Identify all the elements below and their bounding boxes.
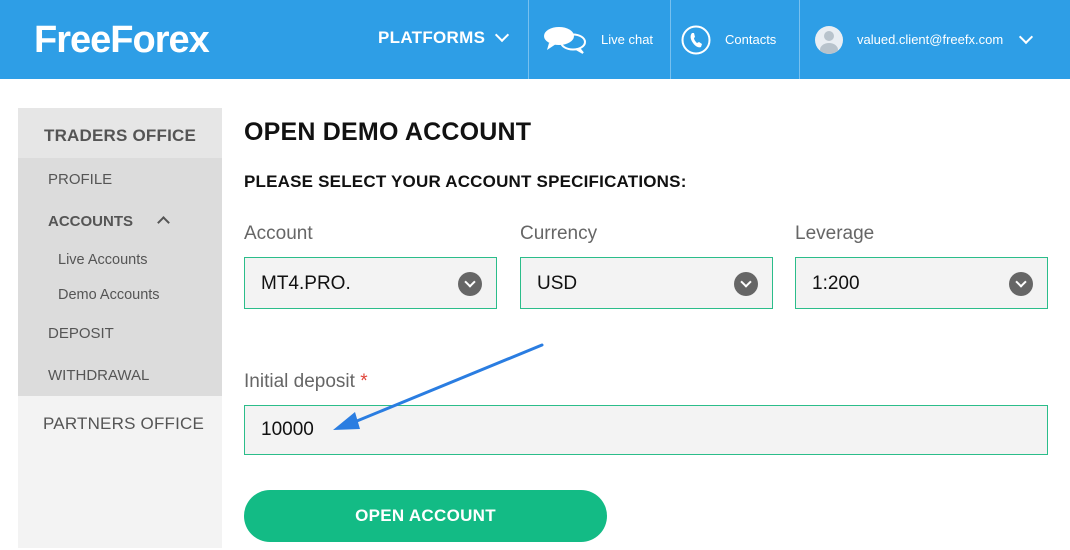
leverage-label: Leverage xyxy=(795,223,875,244)
header-divider xyxy=(670,0,671,79)
leverage-select[interactable]: 1:200 xyxy=(795,257,1048,309)
user-email: valued.client@freefx.com xyxy=(857,32,1004,47)
sidebar-item-profile[interactable]: PROFILE xyxy=(48,171,112,188)
dropdown-arrow-icon xyxy=(458,272,482,296)
sidebar-item-withdrawal[interactable]: WITHDRAWAL xyxy=(48,367,149,384)
live-chat-label: Live chat xyxy=(601,32,654,47)
sidebar-item-deposit[interactable]: DEPOSIT xyxy=(48,325,114,342)
sidebar-submenu: PROFILE ACCOUNTS Live Accounts Demo Acco… xyxy=(18,158,222,396)
currency-select[interactable]: USD xyxy=(520,257,773,309)
sidebar-item-label: ACCOUNTS xyxy=(48,213,133,230)
account-label: Account xyxy=(244,223,313,244)
chevron-down-icon xyxy=(1019,29,1034,44)
chevron-down-icon xyxy=(495,27,510,43)
top-header: FreeForex PLATFORMS Live chat Contacts v… xyxy=(0,0,1070,79)
chat-bubbles-icon xyxy=(544,26,586,54)
leverage-value: 1:200 xyxy=(812,273,860,294)
sidebar-item-accounts[interactable]: ACCOUNTS xyxy=(48,213,171,230)
initial-deposit-label: Initial deposit * xyxy=(244,371,368,393)
contacts-label: Contacts xyxy=(725,32,777,47)
user-menu[interactable]: valued.client@freefx.com xyxy=(815,0,1034,79)
account-select[interactable]: MT4.PRO. xyxy=(244,257,497,309)
dropdown-arrow-icon xyxy=(1009,272,1033,296)
live-chat-link[interactable]: Live chat xyxy=(543,0,653,79)
initial-deposit-label-text: Initial deposit xyxy=(244,371,355,392)
sidebar-traders-office[interactable]: TRADERS OFFICE xyxy=(18,108,222,158)
open-account-button[interactable]: OPEN ACCOUNT xyxy=(244,490,607,542)
required-marker: * xyxy=(360,371,368,392)
dropdown-arrow-icon xyxy=(734,272,758,296)
sidebar-partners-office[interactable]: PARTNERS OFFICE xyxy=(43,414,204,434)
section-title: PLEASE SELECT YOUR ACCOUNT SPECIFICATION… xyxy=(244,172,687,191)
header-divider xyxy=(528,0,529,79)
logo[interactable]: FreeForex xyxy=(34,18,210,62)
header-divider xyxy=(799,0,800,79)
platforms-label: PLATFORMS xyxy=(378,28,486,47)
phone-icon xyxy=(681,25,711,54)
sidebar-item-demo-accounts[interactable]: Demo Accounts xyxy=(58,287,160,303)
initial-deposit-input[interactable] xyxy=(244,405,1048,455)
platforms-menu[interactable]: PLATFORMS xyxy=(378,27,510,48)
currency-value: USD xyxy=(537,273,578,294)
currency-label: Currency xyxy=(520,223,598,244)
sidebar-item-live-accounts[interactable]: Live Accounts xyxy=(58,252,147,268)
page-title: OPEN DEMO ACCOUNT xyxy=(244,118,532,146)
account-value: MT4.PRO. xyxy=(261,273,351,294)
avatar xyxy=(815,25,843,54)
chevron-up-icon xyxy=(157,216,171,229)
contacts-link[interactable]: Contacts xyxy=(681,0,776,79)
sidebar: TRADERS OFFICE PROFILE ACCOUNTS Live Acc… xyxy=(18,108,222,548)
